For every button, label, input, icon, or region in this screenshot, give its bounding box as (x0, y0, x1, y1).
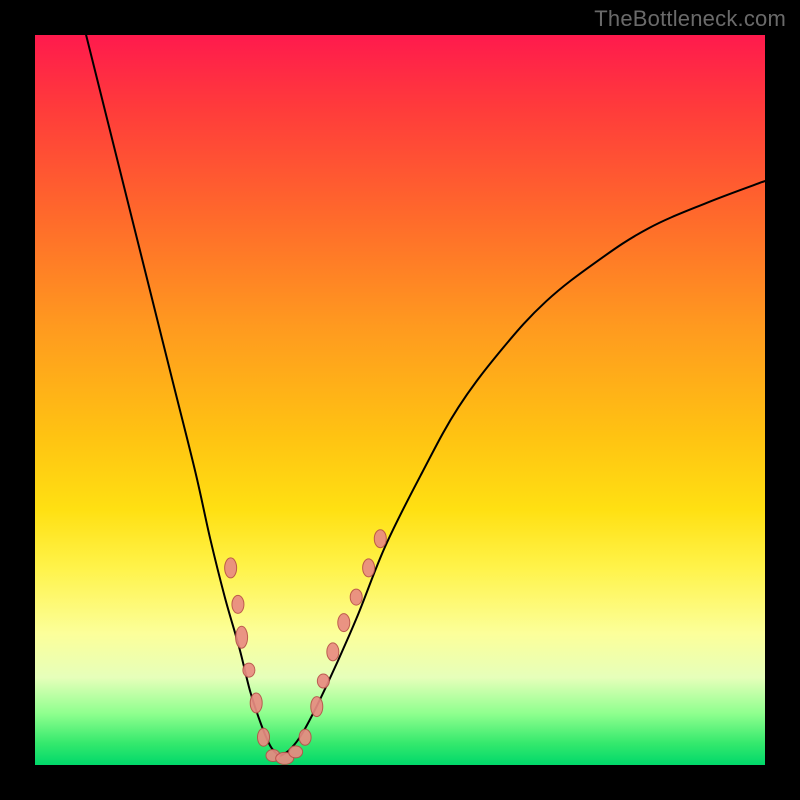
curve-marker (257, 728, 269, 746)
curve-marker (311, 697, 323, 717)
curve-marker (299, 729, 311, 745)
curve-marker (289, 746, 303, 758)
curve-group (86, 35, 765, 756)
curve-marker (327, 643, 339, 661)
curve-marker (317, 674, 329, 688)
watermark-text: TheBottleneck.com (594, 6, 786, 32)
curve-marker (250, 693, 262, 713)
curve-marker (236, 626, 248, 648)
marker-group (225, 530, 387, 765)
curve-svg (35, 35, 765, 765)
curve-marker (363, 559, 375, 577)
outer-frame: TheBottleneck.com (0, 0, 800, 800)
curve-marker (243, 663, 255, 677)
plot-area (35, 35, 765, 765)
curve-marker (350, 589, 362, 605)
curve-marker (338, 614, 350, 632)
curve-right-branch (280, 181, 765, 756)
curve-left-branch (86, 35, 279, 756)
curve-marker (232, 595, 244, 613)
curve-marker (374, 530, 386, 548)
curve-marker (225, 558, 237, 578)
